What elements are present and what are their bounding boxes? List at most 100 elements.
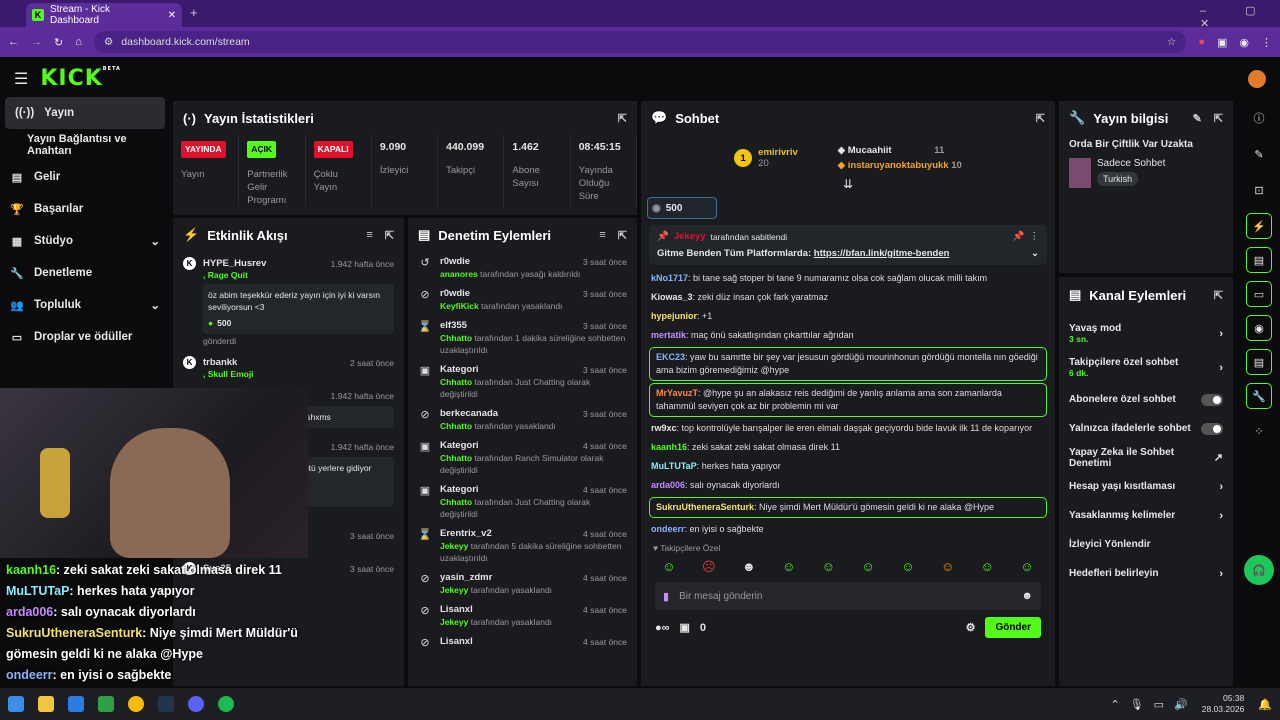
chat-input-box[interactable]: ▮ Bir mesaj gönderin ☻ (655, 582, 1041, 610)
moderated-user[interactable]: yasin_zdmr (440, 572, 492, 584)
hamburger-menu-icon[interactable]: ☰ (14, 69, 28, 89)
edit-pencil-icon[interactable]: ✎ (1254, 137, 1263, 173)
moderated-user[interactable]: r0wdie (440, 288, 470, 300)
broadcast-icon[interactable]: ◉ (1246, 315, 1272, 341)
emote-icon[interactable]: ☺ (941, 559, 954, 575)
emote-icon[interactable]: ☺ (822, 559, 835, 575)
moderated-user[interactable]: Lisanxl (440, 636, 473, 648)
chevron-right-icon[interactable]: › (1219, 568, 1223, 580)
expand-chevron-icon[interactable]: ⇊ (641, 177, 1055, 191)
spotify-icon[interactable] (218, 696, 234, 712)
moderated-user[interactable]: Erentrix_v2 (440, 528, 492, 540)
new-tab-icon[interactable]: + (190, 5, 198, 20)
crop-icon[interactable]: ⊡ (1254, 173, 1263, 209)
filter-icon[interactable]: ≡ (366, 229, 372, 242)
document-icon[interactable]: ▤ (1246, 247, 1272, 273)
edit-pencil-icon[interactable]: ✎ (1193, 112, 1202, 125)
channel-action-item[interactable]: Hedefleri belirleyin › (1059, 559, 1233, 588)
wrench-icon[interactable]: 🔧 (1246, 383, 1272, 409)
chat-username[interactable]: kNo1717 (651, 273, 688, 283)
popout-icon[interactable]: ⇱ (385, 229, 394, 242)
home-icon[interactable]: ⌂ (75, 36, 82, 48)
sidebar-item-studyo[interactable]: ▦ Stüdyo ⌄ (0, 225, 170, 257)
chevron-right-icon[interactable]: › (1219, 510, 1223, 522)
popout-icon[interactable]: ⇱ (618, 112, 627, 125)
back-icon[interactable]: ← (8, 36, 19, 48)
notification-bell-icon[interactable]: 🔔 (1258, 698, 1272, 711)
chat-username[interactable]: SukruUtheneraSenturk (656, 502, 754, 512)
profile-avatar[interactable]: ◉ (1239, 36, 1249, 49)
discord-icon[interactable] (188, 696, 204, 712)
moderated-user[interactable]: Lisanxl (440, 604, 473, 616)
chat-username[interactable]: Kiowas_3 (651, 292, 693, 302)
emote-icon[interactable]: ☺ (1020, 559, 1033, 575)
channel-action-item[interactable]: Yavaş mod 3 sn. › (1059, 317, 1233, 351)
channel-action-item[interactable]: İzleyici Yönlendir (1059, 530, 1233, 559)
chevron-right-icon[interactable]: › (1219, 328, 1223, 340)
clock[interactable]: 05:38 28.03.2026 (1202, 693, 1245, 715)
emoji-picker-icon[interactable]: ☻ (1021, 590, 1033, 602)
steam-icon[interactable] (158, 696, 174, 712)
moderator-name[interactable]: Jekeyy (440, 585, 468, 595)
chat-username[interactable]: hypejunior (651, 311, 697, 321)
extension-icon[interactable]: ● (1198, 36, 1205, 48)
emote-icon[interactable]: ☻ (742, 559, 756, 575)
chat-username[interactable]: arda006 (651, 480, 685, 490)
moderator-name[interactable]: Chhatto (440, 497, 472, 507)
emote-icon[interactable]: ☺ (862, 559, 875, 575)
sidebar-item-yayin[interactable]: ((·)) Yayın (5, 97, 165, 129)
extensions-puzzle-icon[interactable]: ▣ (1217, 36, 1227, 49)
site-info-icon[interactable]: ⚙ (104, 36, 113, 48)
emote-icon[interactable]: ☹ (702, 559, 716, 575)
sidebar-item-stream-key[interactable]: Yayın Bağlantısı ve Anahtarı (0, 129, 170, 161)
reload-icon[interactable]: ↻ (54, 36, 63, 49)
moderator-name[interactable]: ananores (440, 269, 478, 279)
moderated-user[interactable]: elf355 (440, 320, 467, 332)
emote-icon[interactable]: ☺ (901, 559, 914, 575)
channel-icon[interactable]: ▤ (1246, 349, 1272, 375)
kick-logo[interactable]: KICKBETA (40, 66, 121, 91)
channel-action-item[interactable]: Takipçilere özel sohbet 6 dk. › (1059, 351, 1233, 385)
chevron-down-icon[interactable]: ⌄ (1031, 248, 1039, 259)
channel-action-item[interactable]: Hesap yaşı kısıtlaması › (1059, 472, 1233, 501)
chevron-right-icon[interactable]: › (1219, 362, 1223, 374)
channel-action-item[interactable]: Abonelere özel sohbet (1059, 385, 1233, 414)
browser-tab[interactable]: K Stream - Kick Dashboard ✕ (26, 3, 182, 27)
settings-gear-icon[interactable]: ⚙ (966, 621, 976, 634)
gift-counter[interactable]: ◉ 500 (647, 197, 717, 219)
moderated-user[interactable]: berkecanada (440, 408, 498, 420)
channel-points-icon[interactable]: ●∞ (655, 622, 670, 634)
info-icon[interactable]: ⓘ (1254, 101, 1265, 137)
windows-start-icon[interactable] (8, 696, 24, 712)
forward-icon[interactable]: → (31, 36, 42, 48)
channel-action-item[interactable]: Yapay Zeka ile Sohbet Denetimi ↗ (1059, 443, 1233, 472)
gift-icon[interactable]: ▣ (680, 621, 690, 634)
sidebar-item-gelir[interactable]: ▤ Gelir (0, 161, 170, 193)
chat-username[interactable]: MuLTUTaP (651, 461, 697, 471)
emote-icon[interactable]: ☺ (782, 559, 795, 575)
channel-action-item[interactable]: Yalnızca ifadelerle sohbet (1059, 414, 1233, 443)
channel-action-item[interactable]: Yasaklanmış kelimeler › (1059, 501, 1233, 530)
moderated-user[interactable]: Kategori (440, 364, 479, 376)
chat-username[interactable]: rw9xc (651, 423, 677, 433)
chat-username[interactable]: ondeerr (651, 524, 685, 534)
menu-dots-icon[interactable]: ⋮ (1030, 231, 1040, 242)
chat-username[interactable]: MrYavuzT (656, 388, 698, 398)
sidebar-item-basarilar[interactable]: 🏆 Başarılar (0, 193, 170, 225)
filter-icon[interactable]: ≡ (599, 229, 605, 242)
file-explorer-icon[interactable] (38, 696, 54, 712)
chevron-right-icon[interactable]: › (1219, 481, 1223, 493)
moderator-name[interactable]: Jekeyy (440, 541, 468, 551)
external-link-icon[interactable]: ↗ (1214, 451, 1223, 464)
url-field[interactable]: ⚙ dashboard.kick.com/stream ☆ (93, 31, 1187, 53)
emote-icon[interactable]: ☺ (981, 559, 994, 575)
store-icon[interactable] (98, 696, 114, 712)
chrome-icon[interactable] (128, 696, 144, 712)
menu-dots-icon[interactable]: ⋮ (1261, 36, 1272, 49)
popout-icon[interactable]: ⇱ (1214, 112, 1223, 125)
chat-bubble-icon[interactable]: ▭ (1246, 281, 1272, 307)
emote-icon[interactable]: ☺ (662, 559, 675, 575)
unpin-icon[interactable]: 📌 (1013, 231, 1025, 242)
popout-icon[interactable]: ⇱ (1036, 112, 1045, 125)
moderator-name[interactable]: Chhatto (440, 377, 472, 387)
